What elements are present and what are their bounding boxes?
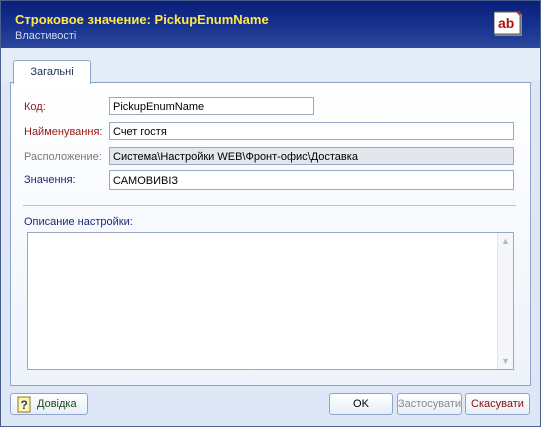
- name-label: Найменування:: [24, 126, 103, 138]
- dialog-footer: ? Довідка OK Застосувати Скасувати: [1, 387, 540, 426]
- scroll-down-icon[interactable]: ▼: [501, 356, 510, 366]
- properties-dialog: Строковое значение: PickupEnumName Власт…: [0, 0, 541, 427]
- scroll-up-icon[interactable]: ▲: [501, 236, 510, 246]
- help-icon: ?: [17, 396, 31, 413]
- ab-icon: ab: [494, 11, 522, 36]
- apply-button[interactable]: Застосувати: [397, 393, 462, 415]
- panel-background: Код: PickupEnumName Найменування: Счет г…: [11, 83, 530, 385]
- location-field: Система\Настройки WEB\Фронт-офис\Доставк…: [109, 147, 514, 165]
- ab-icon-text: ab: [498, 15, 514, 31]
- svg-text:?: ?: [21, 398, 28, 412]
- description-textarea[interactable]: ▲ ▼: [27, 232, 514, 370]
- code-label: Код:: [24, 101, 46, 113]
- description-label: Описание настройки:: [24, 216, 133, 228]
- ok-button[interactable]: OK: [329, 393, 393, 415]
- divider: [23, 205, 516, 206]
- help-button-label: Довідка: [37, 398, 77, 410]
- help-button[interactable]: ? Довідка: [10, 393, 88, 415]
- dialog-title: Строковое значение: PickupEnumName: [15, 12, 269, 27]
- dialog-subtitle: Властивості: [15, 30, 77, 42]
- value-field[interactable]: САМОВИВІЗ: [109, 170, 514, 190]
- tab-general[interactable]: Загальні: [13, 60, 91, 84]
- dialog-header: Строковое значение: PickupEnumName Власт…: [1, 1, 540, 48]
- value-label: Значення:: [24, 174, 76, 186]
- location-label: Расположение:: [24, 151, 102, 163]
- general-panel: Код: PickupEnumName Найменування: Счет г…: [10, 82, 531, 386]
- name-field[interactable]: Счет гостя: [109, 122, 514, 140]
- cancel-button[interactable]: Скасувати: [465, 393, 530, 415]
- code-field[interactable]: PickupEnumName: [109, 97, 314, 115]
- description-scrollbar[interactable]: ▲ ▼: [497, 233, 513, 369]
